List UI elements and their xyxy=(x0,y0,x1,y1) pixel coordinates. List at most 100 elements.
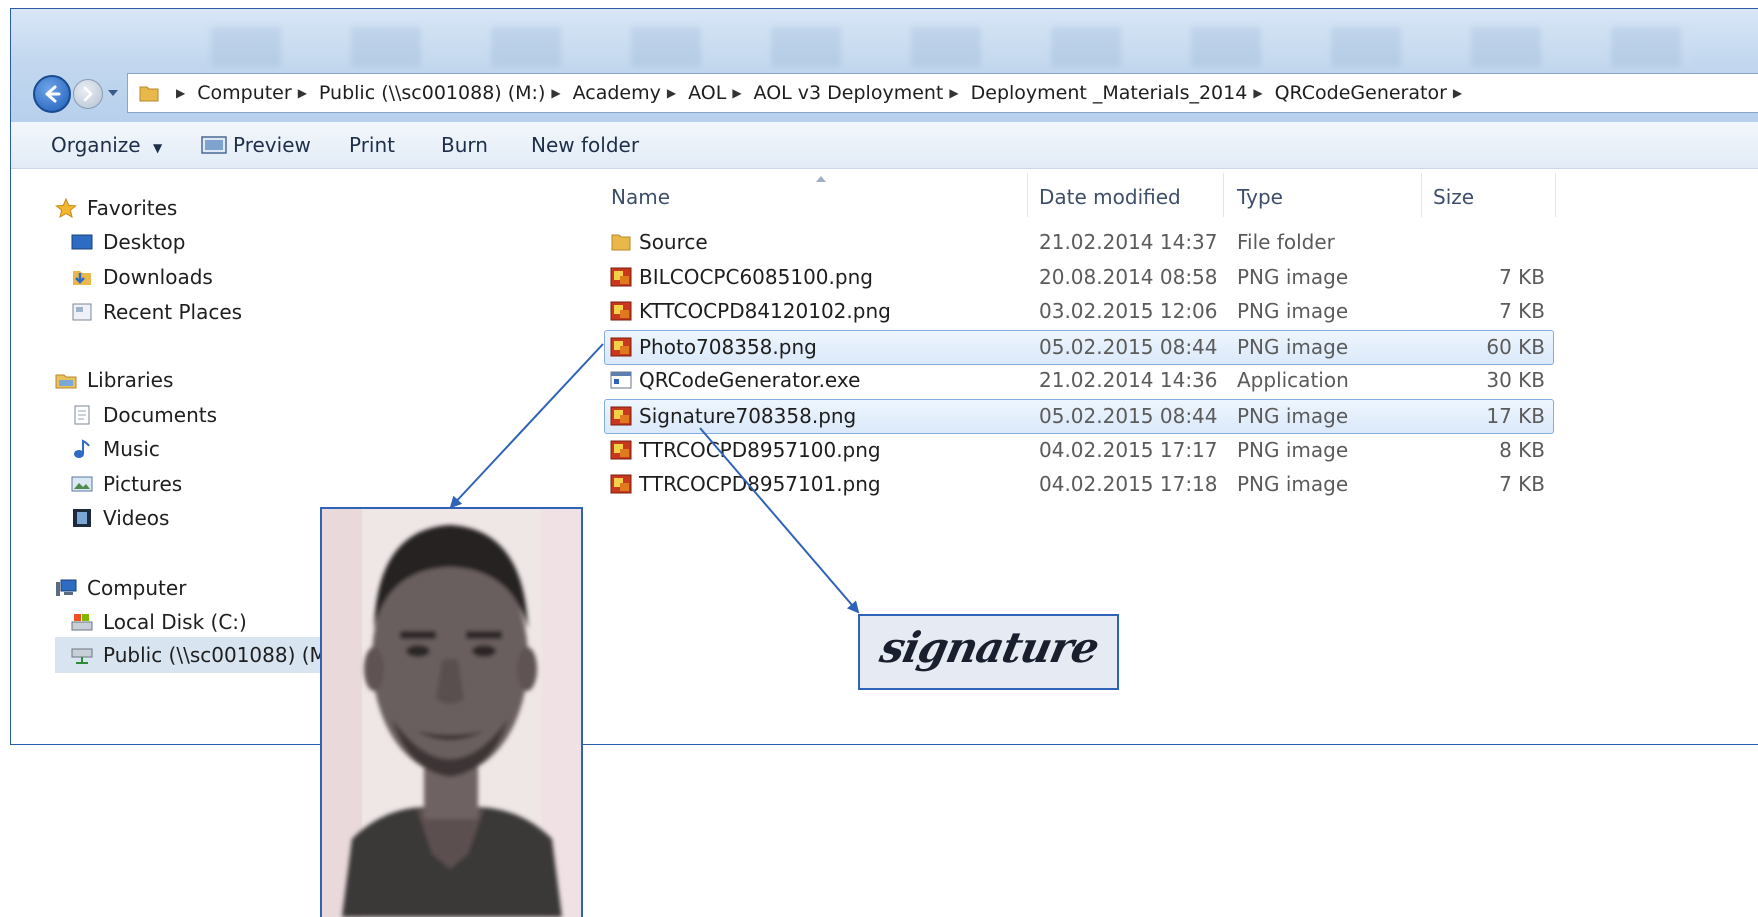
nav-item-documents[interactable]: Documents xyxy=(71,400,217,430)
file-name: Source xyxy=(639,230,708,254)
forward-arrow-icon xyxy=(83,86,93,102)
file-type: PNG image xyxy=(1237,264,1349,289)
file-name: TTRCOCPD8957101.png xyxy=(639,472,881,497)
breadcrumb-item-aol-v3[interactable]: AOL v3 Deployment ▶ xyxy=(754,82,971,104)
breadcrumb-separator-icon[interactable]: ▶ xyxy=(732,86,741,100)
file-name: Signature708358.png xyxy=(639,404,857,428)
nav-label: Pictures xyxy=(103,472,183,496)
file-date-modified: 05.02.2015 08:44 xyxy=(1039,334,1218,359)
organize-label: Organize xyxy=(51,133,141,157)
file-row[interactable]: Source 21.02.2014 14:37 File folder xyxy=(605,226,1553,259)
column-header-date[interactable]: Date modified xyxy=(1039,179,1181,215)
photo-preview-callout xyxy=(320,507,583,917)
title-bar: ▶ Computer ▶ Public (\\sc001088) (M:) ▶ Ac… xyxy=(11,9,1758,122)
nav-item-local-disk[interactable]: Local Disk (C:) xyxy=(71,607,247,637)
column-header-name[interactable]: Name xyxy=(611,179,670,215)
nav-label: Computer xyxy=(87,576,187,600)
nav-item-computer[interactable]: Computer xyxy=(55,573,186,603)
blurred-title-area xyxy=(211,27,1691,67)
preview-button[interactable]: Preview xyxy=(201,122,311,168)
breadcrumb-item-computer[interactable]: Computer ▶ xyxy=(197,82,319,104)
breadcrumb-item-academy[interactable]: Academy ▶ xyxy=(573,82,689,104)
breadcrumb-root-arrow[interactable]: ▶ xyxy=(170,86,197,100)
chevron-down-icon: ▼ xyxy=(152,141,163,155)
nav-item-pictures[interactable]: Pictures xyxy=(71,469,182,499)
file-size: 30 KB xyxy=(1486,368,1545,393)
nav-item-recent-places[interactable]: Recent Places xyxy=(71,297,242,327)
file-row[interactable]: TTRCOCPD8957100.png 04.02.2015 17:17 PNG i… xyxy=(605,434,1553,467)
breadcrumb-item-deployment-materials[interactable]: Deployment _Materials_2014 ▶ xyxy=(971,82,1275,104)
column-header-label: Name xyxy=(611,185,671,209)
organize-button[interactable]: Organize ▼ xyxy=(51,122,162,168)
breadcrumb-label: Deployment _Materials_2014 xyxy=(970,82,1248,104)
folder-icon xyxy=(139,86,159,102)
column-header-label: Type xyxy=(1237,185,1283,209)
nav-item-desktop[interactable]: Desktop xyxy=(71,227,185,257)
breadcrumb-label: Public (\\sc001088) (M:) xyxy=(318,82,546,104)
nav-item-favorites[interactable]: Favorites xyxy=(55,193,177,223)
nav-item-music[interactable]: Music xyxy=(71,434,160,464)
breadcrumb-separator-icon[interactable]: ▶ xyxy=(1253,86,1262,100)
local-disk-icon xyxy=(71,614,93,631)
file-date-modified: 03.02.2015 12:06 xyxy=(1039,299,1218,324)
star-icon xyxy=(55,198,77,218)
nav-item-downloads[interactable]: Downloads xyxy=(71,262,213,292)
libraries-icon xyxy=(55,374,77,389)
file-type: PNG image xyxy=(1237,299,1349,324)
breadcrumb-label: QRCodeGenerator xyxy=(1274,82,1447,104)
breadcrumb-item-public[interactable]: Public (\\sc001088) (M:) ▶ xyxy=(319,82,573,104)
folder-icon xyxy=(611,234,631,251)
nav-item-libraries[interactable]: Libraries xyxy=(55,365,173,395)
file-name: Photo708358.png xyxy=(639,334,817,359)
breadcrumb-label: Computer xyxy=(197,82,292,104)
file-size: 60 KB xyxy=(1486,334,1545,359)
burn-label: Burn xyxy=(441,133,488,157)
file-name: KTTCOCPD84120102.png xyxy=(639,299,891,324)
forward-button[interactable] xyxy=(73,79,103,109)
address-bar[interactable]: ▶ Computer ▶ Public (\\sc001088) (M:) ▶ Ac… xyxy=(127,73,1758,113)
file-row[interactable]: Signature708358.png 05.02.2015 08:44 PNG i… xyxy=(604,399,1554,434)
file-date-modified: 21.02.2014 14:36 xyxy=(1039,368,1218,393)
file-row[interactable]: TTRCOCPD8957101.png 04.02.2015 17:18 PNG i… xyxy=(605,468,1553,501)
breadcrumb-item-qrcodegenerator[interactable]: QRCodeGenerator ▶ xyxy=(1275,82,1475,104)
breadcrumb-label: AOL v3 Deployment xyxy=(753,82,944,104)
nav-item-videos[interactable]: Videos xyxy=(71,503,169,533)
file-row[interactable]: Photo708358.png 05.02.2015 08:44 PNG image… xyxy=(604,329,1554,365)
file-date-modified: 05.02.2015 08:44 xyxy=(1039,404,1218,428)
recent-pages-chevron-down-icon[interactable] xyxy=(107,87,119,99)
column-header-size[interactable]: Size xyxy=(1433,179,1474,215)
column-divider[interactable] xyxy=(1555,173,1556,217)
back-button[interactable] xyxy=(33,75,71,113)
breadcrumb-separator-icon[interactable]: ▶ xyxy=(949,86,958,100)
preview-label: Preview xyxy=(233,133,311,157)
command-bar: Organize ▼ Preview Print Burn New folder xyxy=(11,122,1758,169)
file-type: File folder xyxy=(1237,230,1335,254)
breadcrumb-separator-icon[interactable]: ▶ xyxy=(1453,86,1462,100)
network-drive-icon xyxy=(71,648,93,664)
nav-item-public-drive[interactable]: Public (\\sc001088) (M:) xyxy=(55,637,355,673)
file-size: 7 KB xyxy=(1499,299,1545,324)
file-date-modified: 04.02.2015 17:17 xyxy=(1039,437,1218,462)
breadcrumb-separator-icon[interactable]: ▶ xyxy=(667,86,676,100)
breadcrumb-item-aol[interactable]: AOL ▶ xyxy=(688,82,753,104)
desktop-icon xyxy=(71,234,93,250)
breadcrumb-separator-icon[interactable]: ▶ xyxy=(551,86,560,100)
column-header-type[interactable]: Type xyxy=(1237,179,1283,215)
column-divider[interactable] xyxy=(1421,173,1422,217)
column-divider[interactable] xyxy=(1027,173,1028,217)
file-date-modified: 21.02.2014 14:37 xyxy=(1039,230,1218,254)
file-type: PNG image xyxy=(1237,404,1349,428)
print-label: Print xyxy=(349,133,396,157)
breadcrumb-separator-icon[interactable]: ▶ xyxy=(298,86,307,100)
print-button[interactable]: Print xyxy=(349,122,395,168)
pictures-icon xyxy=(71,476,93,492)
file-row[interactable]: QRCodeGenerator.exe 21.02.2014 14:36 Appli… xyxy=(605,364,1553,397)
file-row[interactable]: BILCOCPC6085100.png 20.08.2014 08:58 PNG i… xyxy=(605,261,1553,294)
new-folder-button[interactable]: New folder xyxy=(531,122,639,168)
file-row[interactable]: KTTCOCPD84120102.png 03.02.2015 12:06 PNG … xyxy=(605,295,1553,328)
computer-icon xyxy=(56,579,77,596)
burn-button[interactable]: Burn xyxy=(441,122,488,168)
videos-film-icon xyxy=(73,509,91,527)
column-divider[interactable] xyxy=(1223,173,1224,217)
file-size: 7 KB xyxy=(1499,472,1545,497)
